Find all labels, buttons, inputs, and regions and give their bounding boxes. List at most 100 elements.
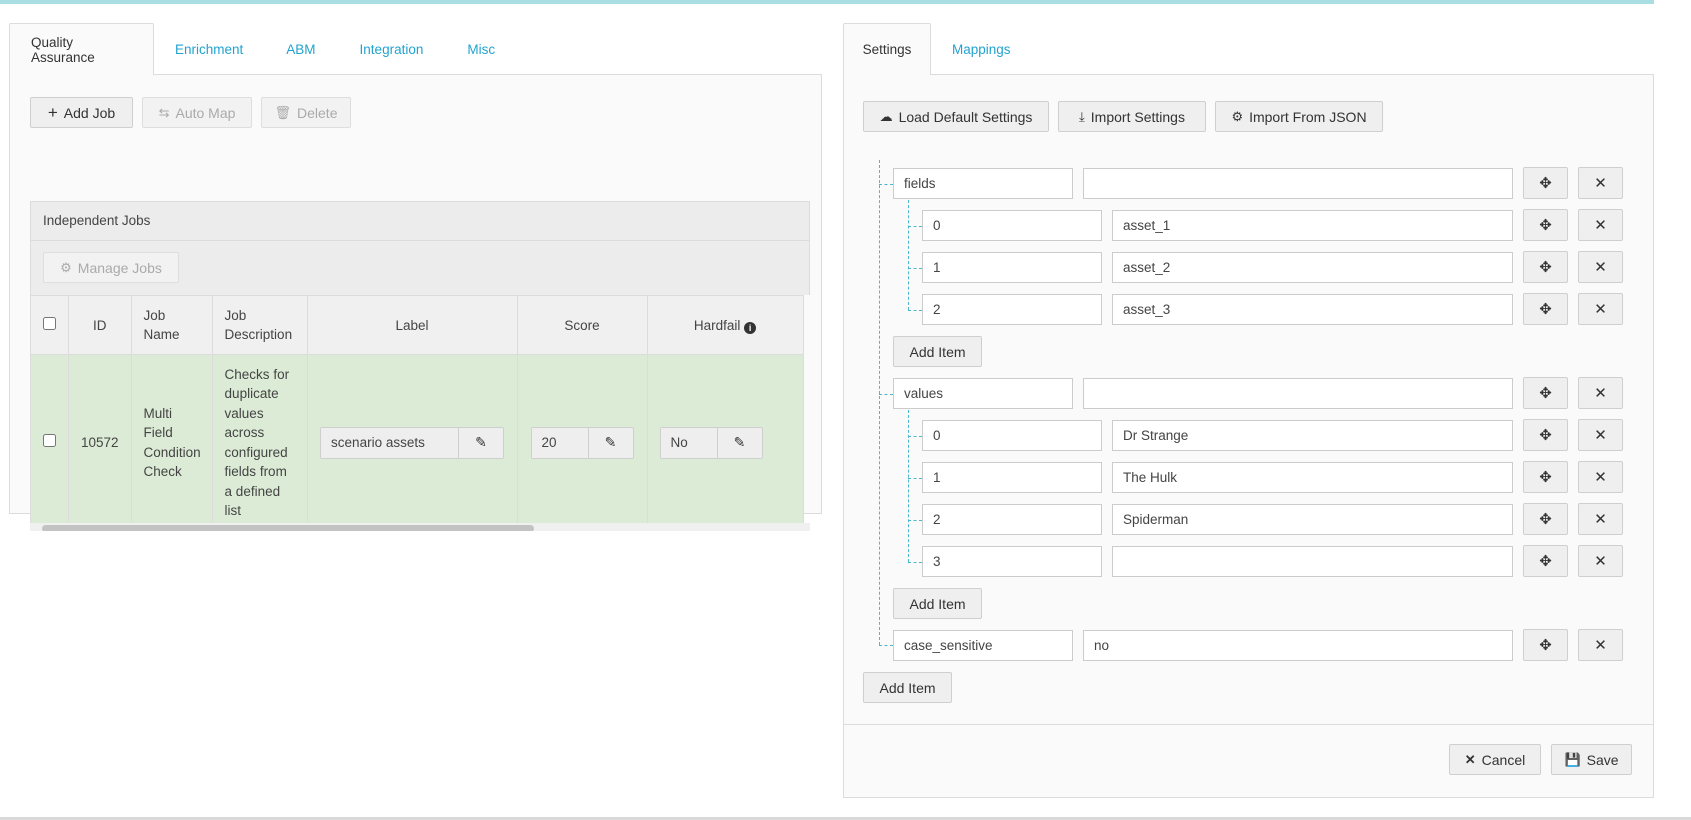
import-settings-label: Import Settings — [1090, 108, 1185, 125]
cancel-button[interactable]: ✕ Cancel — [1449, 744, 1541, 775]
score-value: 20 — [531, 427, 589, 458]
tab-quality-assurance[interactable]: Quality Assurance — [9, 23, 154, 75]
remove-icon[interactable]: ✕ — [1578, 251, 1623, 283]
col-label: Label — [306, 295, 518, 355]
remove-icon[interactable]: ✕ — [1578, 629, 1623, 661]
add-root-item-button[interactable]: Add Item — [863, 672, 952, 703]
tree-branch-case — [879, 645, 893, 646]
tab-misc[interactable]: Misc — [446, 23, 516, 75]
values-value-input[interactable] — [1083, 378, 1513, 409]
move-icon[interactable]: ✥ — [1523, 461, 1568, 493]
remove-icon[interactable]: ✕ — [1578, 377, 1623, 409]
values-item-value-input[interactable]: Spiderman — [1112, 504, 1513, 535]
values-item-value-input[interactable] — [1112, 546, 1513, 577]
save-button[interactable]: 💾 Save — [1551, 744, 1632, 775]
add-item-button[interactable]: Add Item — [893, 336, 982, 367]
col-job-name: Job Name — [130, 295, 213, 355]
values-key-input[interactable]: values — [893, 378, 1073, 409]
cloud-download-icon: ☁ — [879, 109, 893, 124]
tab-integration[interactable]: Integration — [337, 23, 447, 75]
jobs-table: ID Job Name Job Description Label Score … — [30, 295, 804, 531]
tree-branch — [908, 310, 922, 311]
import-from-json-button[interactable]: ⚙ Import From JSON — [1215, 101, 1383, 132]
move-icon[interactable]: ✥ — [1523, 545, 1568, 577]
tree-branch — [908, 520, 922, 521]
gear-icon: ⚙ — [60, 260, 72, 275]
move-icon[interactable]: ✥ — [1523, 167, 1568, 199]
fields-item-value-input[interactable]: asset_3 — [1112, 294, 1513, 325]
remove-icon[interactable]: ✕ — [1578, 419, 1623, 451]
values-item-key-input[interactable]: 0 — [922, 420, 1102, 451]
fields-item-key-input[interactable]: 2 — [922, 294, 1102, 325]
move-icon[interactable]: ✥ — [1523, 377, 1568, 409]
col-job-description: Job Description — [211, 295, 308, 355]
row-job-name-text: Multi Field Condition Check — [143, 405, 201, 480]
col-job-description-label: Job Description — [224, 308, 293, 342]
load-default-settings-button[interactable]: ☁ Load Default Settings — [863, 101, 1049, 132]
table-header-row: ID Job Name Job Description Label Score … — [30, 295, 804, 355]
plus-icon: + — [47, 103, 58, 122]
values-item-value-input[interactable]: The Hulk — [1112, 462, 1513, 493]
delete-button[interactable]: 🗑 Delete — [261, 97, 351, 128]
add-job-button[interactable]: + Add Job — [30, 97, 133, 128]
select-all-cell — [30, 295, 69, 355]
select-all-checkbox[interactable] — [43, 316, 56, 330]
remove-icon[interactable]: ✕ — [1578, 293, 1623, 325]
row-job-description-text: Checks for duplicate values across confi… — [224, 366, 290, 519]
footer-divider — [843, 724, 1653, 725]
edit-hardfail-icon[interactable]: ✎ — [718, 428, 762, 458]
values-item-value-input[interactable]: Dr Strange — [1112, 420, 1513, 451]
tab-mappings[interactable]: Mappings — [931, 23, 1032, 75]
sitemap-icon: ⇆ — [158, 105, 170, 120]
remove-icon[interactable]: ✕ — [1578, 209, 1623, 241]
case-sensitive-value-input[interactable]: no — [1083, 630, 1513, 661]
tree-branch — [908, 562, 922, 563]
case-sensitive-key-input[interactable]: case_sensitive — [893, 630, 1073, 661]
move-icon[interactable]: ✥ — [1523, 419, 1568, 451]
values-item-key-input[interactable]: 1 — [922, 462, 1102, 493]
jobs-grid: Independent Jobs ⚙ Manage Jobs ID Job Na… — [30, 201, 810, 531]
right-tab-bar: Settings Mappings — [843, 23, 1032, 75]
tab-enrichment[interactable]: Enrichment — [154, 23, 265, 75]
move-icon[interactable]: ✥ — [1523, 293, 1568, 325]
row-job-description: Checks for duplicate values across confi… — [211, 354, 308, 531]
remove-icon[interactable]: ✕ — [1578, 461, 1623, 493]
values-item-key-input[interactable]: 3 — [922, 546, 1102, 577]
label-value: scenario assets — [321, 427, 460, 458]
import-settings-button[interactable]: ⤓ Import Settings — [1058, 101, 1206, 132]
delete-label: Delete — [297, 104, 338, 121]
move-icon[interactable]: ✥ — [1523, 209, 1568, 241]
auto-map-button[interactable]: ⇆ Auto Map — [142, 97, 252, 128]
edit-label-icon[interactable]: ✎ — [459, 428, 503, 458]
tab-abm[interactable]: ABM — [265, 23, 336, 75]
row-label-cell: scenario assets ✎ — [306, 354, 518, 531]
fields-item-value-input[interactable]: asset_2 — [1112, 252, 1513, 283]
fields-item-key-input[interactable]: 1 — [922, 252, 1102, 283]
fields-key-input[interactable]: fields — [893, 168, 1073, 199]
move-icon[interactable]: ✥ — [1523, 629, 1568, 661]
save-label: Save — [1586, 751, 1619, 768]
move-icon[interactable]: ✥ — [1523, 503, 1568, 535]
tree-branch — [908, 226, 922, 227]
remove-icon[interactable]: ✕ — [1578, 167, 1623, 199]
top-accent-bar — [0, 0, 1654, 4]
horizontal-scrollbar-thumb[interactable] — [42, 525, 534, 531]
fields-item-key-input[interactable]: 0 — [922, 210, 1102, 241]
remove-icon[interactable]: ✕ — [1578, 545, 1623, 577]
manage-jobs-button[interactable]: ⚙ Manage Jobs — [43, 252, 179, 283]
auto-map-label: Auto Map — [175, 104, 236, 121]
tree-branch — [908, 436, 922, 437]
download-icon: ⤓ — [1079, 109, 1085, 124]
info-icon[interactable]: i — [744, 322, 757, 334]
move-icon[interactable]: ✥ — [1523, 251, 1568, 283]
values-item-key-input[interactable]: 2 — [922, 504, 1102, 535]
row-checkbox[interactable] — [43, 433, 56, 447]
add-item-button[interactable]: Add Item — [893, 588, 982, 619]
fields-item-value-input[interactable]: asset_1 — [1112, 210, 1513, 241]
edit-score-icon[interactable]: ✎ — [589, 428, 633, 458]
row-score-cell: 20 ✎ — [516, 354, 648, 531]
fields-value-input[interactable] — [1083, 168, 1513, 199]
import-json-label: Import From JSON — [1249, 108, 1367, 125]
tab-settings[interactable]: Settings — [843, 23, 931, 75]
remove-icon[interactable]: ✕ — [1578, 503, 1623, 535]
